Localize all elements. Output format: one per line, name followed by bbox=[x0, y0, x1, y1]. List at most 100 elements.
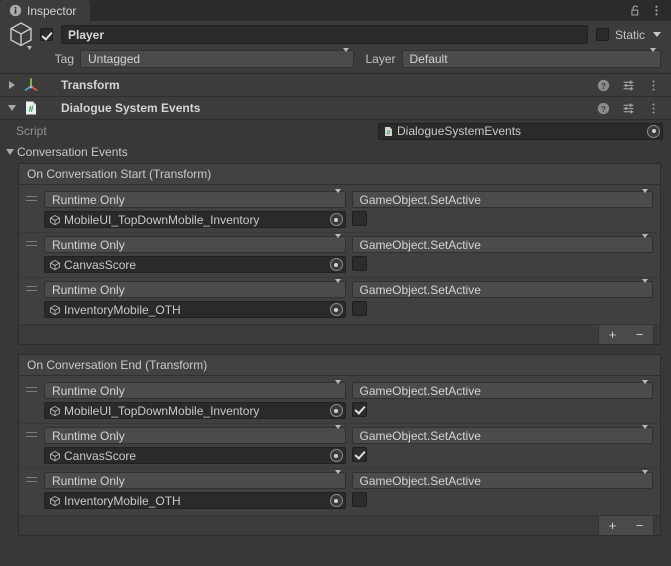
remove-event-button[interactable]: − bbox=[636, 328, 644, 341]
target-object-field[interactable]: InventoryMobile_OTH bbox=[44, 301, 346, 318]
target-object-field[interactable]: MobileUI_TopDownMobile_Inventory bbox=[44, 211, 346, 228]
tag-dropdown[interactable]: Untagged bbox=[80, 47, 354, 68]
object-picker-icon[interactable] bbox=[329, 494, 343, 507]
chevron-down-icon bbox=[342, 47, 349, 66]
static-checkbox[interactable] bbox=[595, 28, 609, 41]
transform-foldout-toggle[interactable] bbox=[5, 81, 18, 89]
target-object-value: MobileUI_TopDownMobile_Inventory bbox=[64, 212, 260, 227]
event-list-footer: + − bbox=[19, 324, 660, 344]
target-object-field[interactable]: MobileUI_TopDownMobile_Inventory bbox=[44, 402, 346, 419]
gameobject-name-value: Player bbox=[68, 27, 105, 42]
call-state-dropdown[interactable]: Runtime Only bbox=[44, 424, 346, 444]
method-dropdown[interactable]: GameObject.SetActive bbox=[351, 188, 653, 208]
event-list-title: On Conversation End (Transform) bbox=[19, 355, 660, 376]
transform-axis-icon bbox=[24, 78, 38, 91]
object-picker-icon[interactable] bbox=[329, 213, 343, 226]
static-group: Static bbox=[595, 27, 665, 42]
cube-icon bbox=[10, 21, 32, 50]
component-header-transform[interactable]: Transform ? bbox=[0, 74, 671, 97]
object-picker-icon[interactable] bbox=[329, 449, 343, 462]
drag-handle-icon[interactable] bbox=[26, 281, 38, 318]
call-state-dropdown[interactable]: Runtime Only bbox=[44, 188, 346, 208]
kebab-menu-icon[interactable] bbox=[650, 4, 663, 17]
object-picker-icon[interactable] bbox=[329, 258, 343, 271]
gameobject-cube-icon bbox=[50, 304, 60, 315]
method-dropdown[interactable]: GameObject.SetActive bbox=[351, 278, 653, 298]
svg-text:?: ? bbox=[601, 104, 606, 113]
chevron-right-icon bbox=[8, 81, 15, 89]
gameobject-cube-icon bbox=[50, 259, 60, 270]
gameobject-name-input[interactable]: Player bbox=[61, 25, 588, 44]
preset-sliders-icon[interactable] bbox=[622, 102, 635, 115]
target-object-value: CanvasScore bbox=[64, 257, 137, 272]
conversation-events-foldout[interactable]: Conversation Events bbox=[0, 142, 671, 161]
drag-handle-icon[interactable] bbox=[26, 191, 38, 228]
chevron-down-icon bbox=[6, 148, 14, 155]
call-state-dropdown[interactable]: Runtime Only bbox=[44, 278, 346, 298]
object-picker-icon[interactable] bbox=[329, 404, 343, 417]
drag-handle-icon[interactable] bbox=[26, 236, 38, 273]
kebab-menu-icon[interactable] bbox=[647, 102, 660, 115]
gameobject-enabled-checkbox[interactable] bbox=[40, 28, 53, 41]
component-header-dialogue-system-events[interactable]: # Dialogue System Events ? bbox=[0, 97, 671, 120]
preset-sliders-icon[interactable] bbox=[622, 79, 635, 92]
svg-text:#: # bbox=[387, 129, 391, 136]
bool-argument-checkbox[interactable] bbox=[351, 256, 367, 271]
method-dropdown[interactable]: GameObject.SetActive bbox=[351, 424, 653, 444]
call-state-dropdown[interactable]: Runtime Only bbox=[44, 469, 346, 489]
lock-icon[interactable] bbox=[629, 4, 642, 17]
object-picker-icon[interactable] bbox=[329, 303, 343, 316]
call-state-dropdown[interactable]: Runtime Only bbox=[44, 233, 346, 253]
chevron-down-icon bbox=[334, 278, 341, 297]
method-dropdown[interactable]: GameObject.SetActive bbox=[351, 469, 653, 489]
layer-dropdown[interactable]: Default bbox=[401, 47, 662, 68]
bool-argument-checkbox[interactable] bbox=[351, 211, 367, 226]
chevron-down-icon bbox=[334, 469, 341, 488]
chevron-down-icon bbox=[642, 424, 648, 443]
target-object-field[interactable]: InventoryMobile_OTH bbox=[44, 492, 346, 509]
chevron-down-icon bbox=[642, 379, 648, 398]
drag-handle-icon[interactable] bbox=[26, 427, 38, 464]
bool-argument-checkbox[interactable] bbox=[351, 301, 367, 316]
call-state-value: Runtime Only bbox=[52, 428, 125, 443]
add-event-button[interactable]: + bbox=[609, 328, 617, 341]
bool-argument-checkbox[interactable] bbox=[351, 492, 367, 507]
method-dropdown[interactable]: GameObject.SetActive bbox=[351, 233, 653, 253]
gameobject-cube-icon bbox=[50, 450, 60, 461]
drag-handle-icon[interactable] bbox=[26, 382, 38, 419]
remove-event-button[interactable]: − bbox=[636, 519, 644, 532]
help-icon[interactable]: ? bbox=[597, 79, 610, 92]
chevron-down-icon bbox=[334, 188, 341, 207]
gameobject-cube-icon bbox=[50, 405, 60, 416]
component-title-dialogue-system-events: Dialogue System Events bbox=[61, 101, 201, 115]
tag-value: Untagged bbox=[88, 51, 141, 66]
script-object-field[interactable]: # DialogueSystemEvents bbox=[378, 122, 663, 140]
bool-argument-checkbox[interactable] bbox=[351, 447, 367, 462]
chevron-down-icon bbox=[650, 47, 657, 66]
method-dropdown[interactable]: GameObject.SetActive bbox=[351, 379, 653, 399]
target-object-field[interactable]: CanvasScore bbox=[44, 447, 346, 464]
layer-label: Layer bbox=[365, 51, 396, 66]
tabbar-tools bbox=[621, 0, 671, 21]
event-entry: Runtime Only InventoryMobile_OTH GameObj… bbox=[19, 468, 660, 513]
call-state-dropdown[interactable]: Runtime Only bbox=[44, 379, 346, 399]
tag-label: Tag bbox=[54, 51, 74, 66]
static-dropdown-arrow[interactable] bbox=[653, 32, 661, 37]
add-event-button[interactable]: + bbox=[609, 519, 617, 532]
dialogue-system-events-foldout-toggle[interactable] bbox=[5, 105, 18, 111]
target-object-field[interactable]: CanvasScore bbox=[44, 256, 346, 273]
target-object-value: CanvasScore bbox=[64, 448, 137, 463]
static-label: Static bbox=[614, 27, 645, 42]
event-entry: Runtime Only InventoryMobile_OTH GameObj… bbox=[19, 277, 660, 322]
argument-row bbox=[351, 402, 654, 417]
kebab-menu-icon[interactable] bbox=[647, 79, 660, 92]
dialogue-system-events-body: Script # DialogueSystemEvents Conversati… bbox=[0, 120, 671, 544]
bool-argument-checkbox[interactable] bbox=[351, 402, 367, 417]
object-picker-icon[interactable] bbox=[647, 124, 660, 138]
help-icon[interactable]: ? bbox=[597, 102, 610, 115]
call-state-value: Runtime Only bbox=[52, 192, 125, 207]
csharp-script-icon: # bbox=[385, 126, 392, 136]
layer-value: Default bbox=[409, 51, 448, 66]
drag-handle-icon[interactable] bbox=[26, 472, 38, 509]
